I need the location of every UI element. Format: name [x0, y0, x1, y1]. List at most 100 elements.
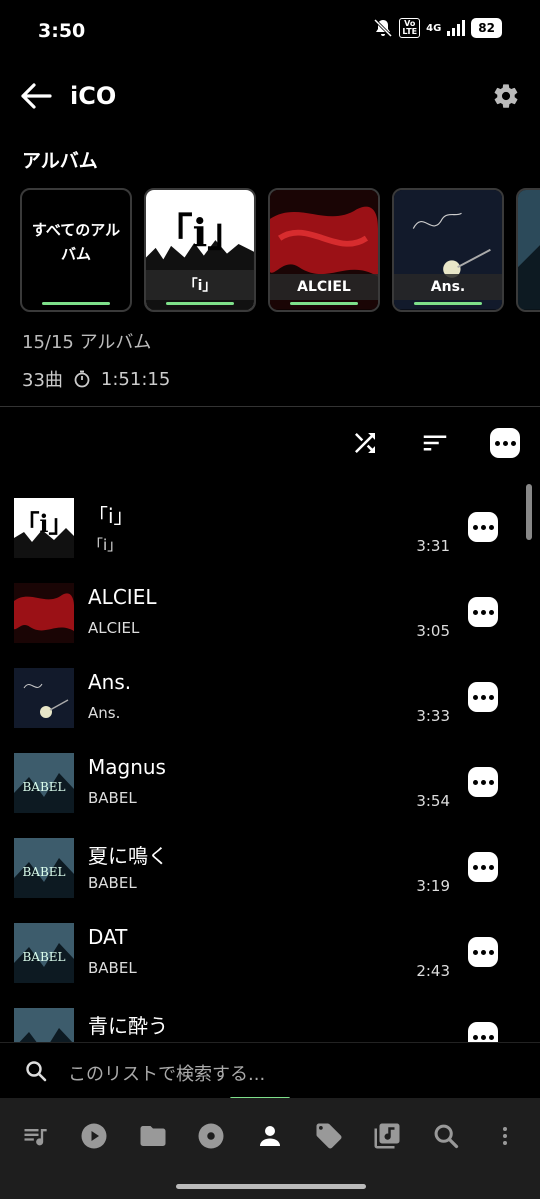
back-arrow-icon[interactable] [20, 82, 52, 110]
album-card-label: 「i」 [146, 270, 254, 300]
song-row[interactable]: BABEL Magnus BABEL 3:54 [0, 741, 540, 826]
song-album: ALCIEL [88, 619, 140, 637]
nav-now-playing[interactable] [78, 1120, 110, 1152]
song-row[interactable]: ALCIEL ALCIEL 3:05 [0, 571, 540, 656]
more-vert-icon [502, 1127, 507, 1145]
nav-queue[interactable] [19, 1120, 51, 1152]
song-title: 「i」 [88, 504, 134, 528]
bottom-nav [0, 1098, 540, 1199]
song-duration: 3:05 [416, 622, 450, 640]
song-row[interactable]: Ans. Ans. 3:33 [0, 656, 540, 741]
song-album: BABEL [88, 874, 137, 892]
list-stats: 33曲 1:51:15 [22, 366, 170, 392]
divider [0, 406, 540, 407]
svg-text:BABEL: BABEL [22, 780, 65, 794]
album-card-alciel[interactable]: ALCIEL [268, 188, 380, 312]
album-card-i[interactable]: 「i」 「i」 [144, 188, 256, 312]
svg-text:BABEL: BABEL [22, 950, 65, 964]
search-icon [434, 1124, 459, 1149]
song-more-button[interactable] [468, 512, 498, 542]
song-duration: 3:31 [416, 537, 450, 555]
status-bar: 3:50 Vo LTE 4G 82 [0, 0, 540, 64]
network-type: 4G [426, 22, 442, 34]
all-albums-label: すべてのアルバム [31, 221, 121, 263]
search-icon [26, 1061, 47, 1082]
tag-icon [316, 1123, 342, 1149]
nav-search[interactable] [430, 1120, 462, 1152]
song-row[interactable]: 青に酔う [0, 996, 540, 1042]
song-title: ALCIEL [88, 585, 157, 609]
total-duration: 1:51:15 [100, 368, 171, 390]
album-count: 15/15 アルバム [22, 332, 152, 353]
album-art-babel [518, 190, 540, 310]
song-count: 33曲 [22, 370, 63, 391]
song-title: 夏に鳴く [88, 844, 168, 868]
sort-icon[interactable] [420, 428, 450, 458]
album-card-label: Ans. [394, 274, 502, 300]
song-duration: 3:33 [416, 707, 450, 725]
album-selected-bar [42, 302, 110, 305]
song-row[interactable]: 「i」 「i」 「i」 3:31 [0, 486, 540, 571]
library-music-icon [374, 1123, 400, 1149]
song-more-button[interactable] [468, 852, 498, 882]
song-title: 青に酔う [88, 1014, 168, 1038]
song-album: BABEL [88, 789, 137, 807]
home-indicator[interactable] [176, 1184, 366, 1189]
signal-icon [447, 20, 466, 36]
disc-icon [198, 1123, 224, 1149]
timer-icon [74, 370, 90, 388]
play-circle-icon [81, 1123, 107, 1149]
muted-bell-icon [374, 18, 393, 38]
song-duration: 2:43 [416, 962, 450, 980]
song-row[interactable]: BABEL 夏に鳴く BABEL 3:19 [0, 826, 540, 911]
svg-text:BABEL: BABEL [22, 865, 65, 879]
queue-music-icon [24, 1129, 47, 1146]
song-title: Magnus [88, 755, 166, 779]
all-albums-card[interactable]: すべてのアルバム [20, 188, 132, 312]
nav-overflow-menu[interactable] [489, 1120, 521, 1152]
scrollbar[interactable] [526, 484, 532, 540]
song-duration: 3:54 [416, 792, 450, 810]
album-bar [166, 302, 234, 305]
song-title: Ans. [88, 670, 132, 694]
song-thumbnail [14, 668, 74, 728]
song-more-button[interactable] [468, 682, 498, 712]
svg-text:「i」: 「i」 [154, 211, 246, 256]
song-thumbnail: BABEL [14, 753, 74, 813]
svg-text:「i」: 「i」 [15, 509, 72, 538]
album-card-babel[interactable] [516, 188, 540, 312]
shuffle-icon[interactable] [350, 428, 380, 458]
album-card-ans[interactable]: Ans. [392, 188, 504, 312]
song-more-button[interactable] [468, 767, 498, 797]
song-thumbnail: BABEL [14, 838, 74, 898]
nav-artists[interactable] [254, 1120, 286, 1152]
song-title: DAT [88, 925, 128, 949]
list-search-bar[interactable]: このリストで検索する... [0, 1042, 540, 1100]
song-thumbnail [14, 1008, 74, 1042]
song-list[interactable]: 「i」 「i」 「i」 3:31 ALCIEL ALCIEL 3:05 Ans.… [0, 486, 540, 1042]
status-icons: Vo LTE 4G 82 [373, 18, 502, 38]
nav-playlists[interactable] [371, 1120, 403, 1152]
song-thumbnail [14, 583, 74, 643]
song-more-button[interactable] [468, 597, 498, 627]
song-album: BABEL [88, 959, 137, 977]
song-more-button[interactable] [468, 1022, 498, 1042]
more-options-button[interactable] [490, 428, 520, 458]
album-card-label: ALCIEL [270, 274, 378, 300]
nav-tags[interactable] [313, 1120, 345, 1152]
person-icon [259, 1126, 280, 1146]
song-thumbnail: BABEL [14, 923, 74, 983]
gear-icon[interactable] [492, 82, 520, 110]
albums-section-title: アルバム [22, 150, 98, 172]
page-title: iCO [70, 82, 117, 110]
nav-albums[interactable] [195, 1120, 227, 1152]
album-carousel[interactable]: すべてのアルバム 「i」 「i」 ALCIEL Ans. [20, 188, 540, 312]
battery-icon: 82 [471, 18, 502, 38]
folder-icon [140, 1126, 166, 1146]
song-more-button[interactable] [468, 937, 498, 967]
nav-folders[interactable] [137, 1120, 169, 1152]
song-row[interactable]: BABEL DAT BABEL 2:43 [0, 911, 540, 996]
status-time: 3:50 [38, 20, 86, 42]
album-bar [290, 302, 358, 305]
song-duration: 3:19 [416, 877, 450, 895]
